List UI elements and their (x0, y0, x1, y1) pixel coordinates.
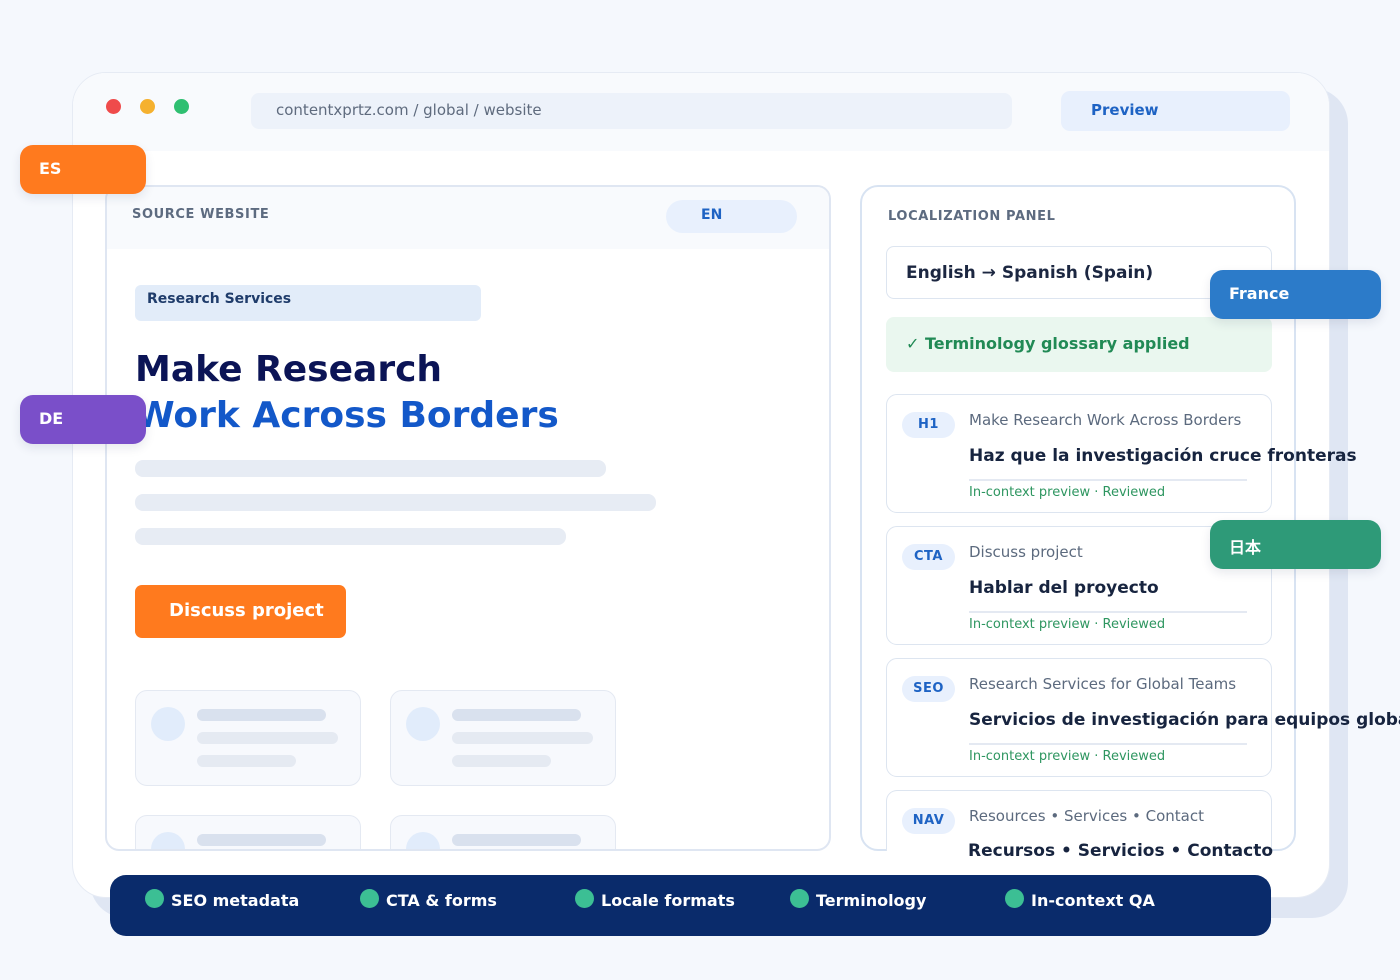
feature-bar: SEO metadata CTA & forms Locale formats … (110, 875, 1271, 936)
placeholder-line (197, 755, 296, 767)
placeholder-avatar (151, 707, 185, 741)
check-dot-icon (790, 889, 809, 908)
placeholder-card (135, 815, 361, 849)
close-dot[interactable] (106, 99, 121, 114)
review-status: In-context preview · Reviewed (969, 617, 1166, 632)
feature-in-context-qa: In-context QA (1005, 889, 1155, 911)
placeholder-line (452, 755, 551, 767)
locale-tag-de[interactable]: DE (20, 395, 146, 444)
placeholder-line (197, 709, 326, 721)
feature-seo-metadata: SEO metadata (145, 889, 299, 911)
locale-tag-es[interactable]: ES (20, 145, 146, 194)
review-status: In-context preview · Reviewed (969, 749, 1166, 764)
source-website-panel: SOURCE WEBSITE EN Research Services Make… (105, 185, 831, 851)
preview-button[interactable]: Preview (1061, 91, 1290, 131)
source-panel-header: SOURCE WEBSITE EN (107, 187, 829, 249)
feature-terminology: Terminology (790, 889, 926, 911)
translated-text: Hablar del proyecto (969, 578, 1159, 598)
feature-cta-forms: CTA & forms (360, 889, 497, 911)
placeholder-line (452, 732, 593, 744)
translated-text: Recursos • Servicios • Contacto (968, 841, 1274, 861)
url-bar[interactable]: contentxprtz.com / global / website (251, 93, 1012, 129)
placeholder-avatar (151, 832, 185, 849)
content-type-badge: CTA (902, 544, 955, 570)
check-dot-icon (575, 889, 594, 908)
content-type-badge: H1 (902, 412, 955, 438)
locale-tag-japan[interactable]: 日本 (1210, 520, 1381, 569)
translated-text: Haz que la investigación cruce fronteras (969, 446, 1357, 466)
placeholder-line (452, 834, 581, 846)
source-text: Resources • Services • Contact (969, 807, 1204, 825)
feature-locale-formats: Locale formats (575, 889, 735, 911)
source-language-pill[interactable]: EN (666, 200, 797, 233)
page-title-line-2: Work Across Borders (135, 395, 559, 436)
placeholder-card (135, 690, 361, 786)
placeholder-line (197, 834, 326, 846)
check-dot-icon (145, 889, 164, 908)
text-placeholder (135, 494, 656, 511)
translation-card-h1[interactable]: H1 Make Research Work Across Borders Haz… (886, 394, 1357, 513)
check-dot-icon (1005, 889, 1024, 908)
divider (969, 479, 1247, 481)
source-text: Discuss project (969, 543, 1083, 561)
page-title-line-1: Make Research (135, 349, 443, 390)
source-panel-title: SOURCE WEBSITE (132, 207, 270, 222)
review-status: In-context preview · Reviewed (969, 485, 1166, 500)
locale-tag-france[interactable]: France (1210, 270, 1381, 319)
placeholder-line (452, 709, 581, 721)
text-placeholder (135, 460, 606, 477)
minimize-dot[interactable] (140, 99, 155, 114)
translated-text: Servicios de investigación para equipos … (969, 710, 1400, 730)
maximize-dot[interactable] (174, 99, 189, 114)
placeholder-card (390, 690, 616, 786)
placeholder-avatar (406, 832, 440, 849)
glossary-status: ✓ Terminology glossary applied (886, 317, 1272, 372)
placeholder-avatar (406, 707, 440, 741)
page-tag: Research Services (135, 285, 481, 321)
discuss-project-button[interactable]: Discuss project (135, 585, 346, 638)
localization-panel-title: LOCALIZATION PANEL (888, 209, 1056, 224)
placeholder-card (390, 815, 616, 849)
placeholder-line (197, 732, 338, 744)
divider (969, 743, 1247, 745)
text-placeholder (135, 528, 566, 545)
translation-card-seo[interactable]: SEO Research Services for Global Teams S… (886, 658, 1400, 777)
source-text: Make Research Work Across Borders (969, 411, 1242, 429)
check-dot-icon (360, 889, 379, 908)
content-type-badge: NAV (902, 808, 955, 834)
content-type-badge: SEO (902, 676, 955, 702)
source-text: Research Services for Global Teams (969, 675, 1237, 693)
browser-titlebar: contentxprtz.com / global / website Prev… (73, 73, 1329, 151)
divider (969, 611, 1247, 613)
